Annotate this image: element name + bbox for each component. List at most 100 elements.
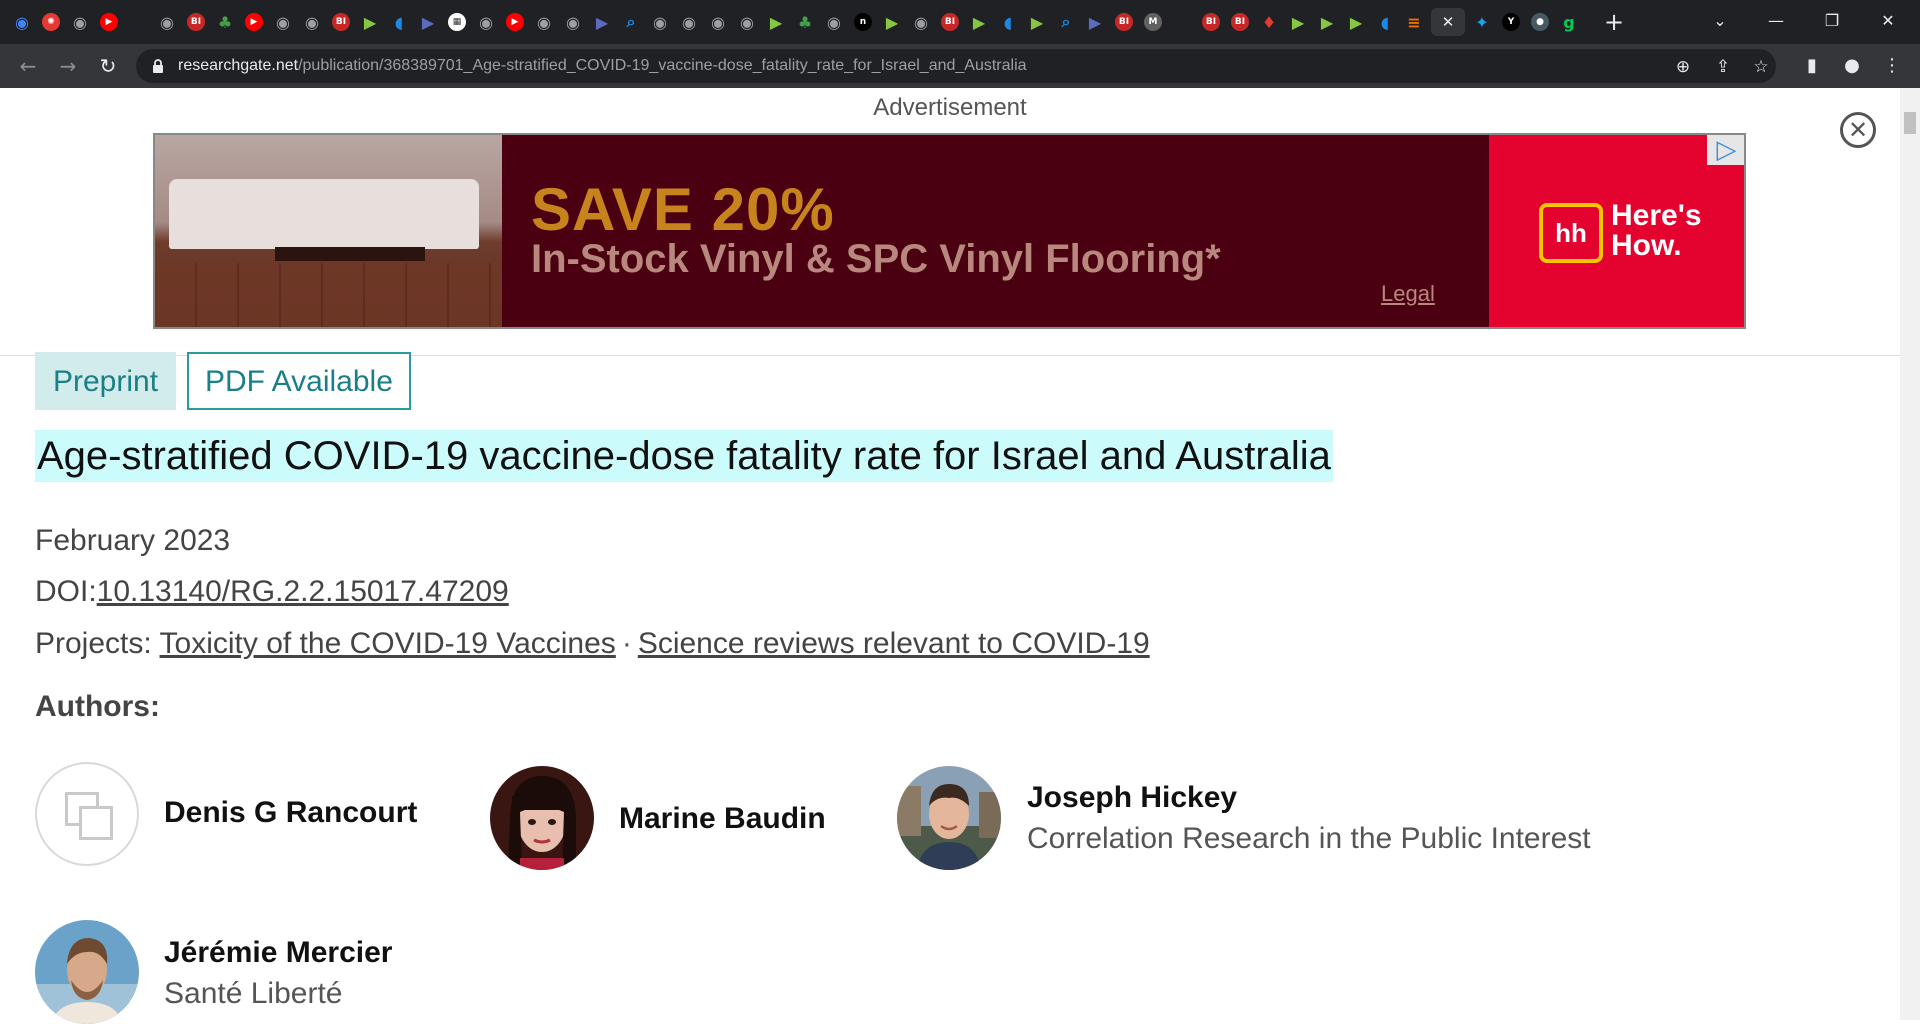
menu-icon[interactable]: ⋮ (1880, 54, 1904, 78)
flag-icon: ▶ (419, 13, 437, 32)
browser-tab[interactable]: ◖ (1373, 8, 1397, 36)
browser-tab[interactable]: ▦ (445, 8, 469, 36)
browser-tab[interactable]: ◉ (300, 8, 324, 36)
avatar[interactable] (897, 766, 1001, 870)
url-text[interactable]: researchgate.net/publication/368389701_A… (178, 57, 1027, 75)
brand-slogan-line2: How. (1611, 229, 1682, 262)
browser-tab[interactable]: BI (1112, 8, 1136, 36)
author-name[interactable]: Joseph Hickey (1027, 781, 1237, 815)
browser-tab[interactable]: ◉ (909, 8, 933, 36)
brand-logo-icon: hh (1539, 203, 1603, 263)
adchoices-icon[interactable]: ▷ (1707, 135, 1744, 165)
browser-tab[interactable]: ▶ (503, 8, 527, 36)
browser-tab[interactable]: ⌕ (1054, 8, 1078, 36)
share-icon[interactable]: ⇪ (1712, 56, 1734, 78)
browser-tab[interactable]: ▶ (1025, 8, 1049, 36)
browser-tab[interactable]: ◉ (735, 8, 759, 36)
avatar-placeholder-icon[interactable] (35, 762, 139, 866)
forward-icon[interactable]: → (54, 52, 82, 80)
browser-tab[interactable]: ▶ (1286, 8, 1310, 36)
ad-close-icon[interactable]: ✕ (1840, 112, 1876, 148)
active-tab[interactable]: ✕ (1431, 8, 1465, 36)
browser-tab[interactable]: g (1557, 8, 1581, 36)
browser-tab[interactable]: ▶ (242, 8, 266, 36)
author-name[interactable]: Marine Baudin (619, 802, 826, 836)
minimize-icon[interactable]: — (1756, 6, 1796, 36)
author-name[interactable]: Jérémie Mercier (164, 936, 393, 970)
browser-tab[interactable]: ⌕ (619, 8, 643, 36)
browser-tab[interactable]: ♦ (1257, 8, 1281, 36)
address-bar[interactable]: researchgate.net/publication/368389701_A… (136, 49, 1776, 83)
bi-icon: BI (1115, 13, 1133, 31)
author-affiliation[interactable]: Correlation Research in the Public Inter… (1027, 822, 1591, 856)
restore-icon[interactable]: ❐ (1812, 6, 1852, 36)
scrollbar-thumb[interactable] (1904, 112, 1916, 134)
browser-tab[interactable]: ✦ (1470, 8, 1494, 36)
browser-tab[interactable]: ◉ (677, 8, 701, 36)
browser-tab[interactable]: BI (329, 8, 353, 36)
pdf-available-button[interactable]: PDF Available (187, 352, 411, 410)
ad-banner[interactable]: SAVE 20% In-Stock Vinyl & SPC Vinyl Floo… (153, 133, 1746, 329)
browser-tab[interactable]: ◉ (822, 8, 846, 36)
browser-tab[interactable]: ▶ (1315, 8, 1339, 36)
globe-icon: ◉ (564, 13, 582, 32)
side-panel-icon[interactable]: ▮ (1800, 54, 1824, 78)
browser-tab[interactable]: ✺ (39, 8, 63, 36)
doi-link[interactable]: 10.13140/RG.2.2.15017.47209 (97, 575, 509, 608)
browser-tab[interactable]: ▶ (764, 8, 788, 36)
new-tab-button[interactable]: + (1600, 8, 1628, 36)
browser-tab[interactable]: M (1141, 8, 1165, 36)
browser-tab[interactable]: ◖ (387, 8, 411, 36)
project-link-science-reviews[interactable]: Science reviews relevant to COVID-19 (638, 627, 1150, 660)
browser-tab[interactable]: BI (938, 8, 962, 36)
browser-tab[interactable]: BI (1199, 8, 1223, 36)
scrollbar[interactable] (1900, 88, 1920, 1020)
browser-tab[interactable]: n (851, 8, 875, 36)
ad-legal-link[interactable]: Legal (1381, 281, 1435, 307)
project-link-toxicity[interactable]: Toxicity of the COVID-19 Vaccines (160, 627, 616, 660)
bookmark-star-icon[interactable]: ☆ (1750, 56, 1772, 78)
browser-tab[interactable]: ◉ (68, 8, 92, 36)
browser-tab[interactable] (126, 8, 150, 36)
browser-tab[interactable] (1170, 8, 1194, 36)
browser-tab[interactable]: ● (1528, 8, 1552, 36)
window-close-icon[interactable]: ✕ (1868, 6, 1908, 36)
browser-tab[interactable]: ◉ (648, 8, 672, 36)
browser-tab[interactable]: ◉ (155, 8, 179, 36)
browser-tab[interactable]: ◉ (561, 8, 585, 36)
browser-tab[interactable]: ≡ (1402, 8, 1426, 36)
blank-icon (1173, 13, 1191, 31)
profile-icon[interactable]: ● (1840, 54, 1864, 78)
browser-tab[interactable]: ▶ (358, 8, 382, 36)
tab-search-icon[interactable]: ⌄ (1700, 6, 1740, 36)
browser-tab[interactable]: ◖ (996, 8, 1020, 36)
avatar[interactable] (35, 920, 139, 1024)
browser-tab[interactable]: ▶ (1083, 8, 1107, 36)
browser-tab[interactable]: BI (1228, 8, 1252, 36)
browser-tab[interactable]: ▶ (880, 8, 904, 36)
close-icon[interactable]: ✕ (1439, 13, 1457, 31)
browser-tab[interactable]: ◉ (271, 8, 295, 36)
browser-tab[interactable]: ◉ (10, 8, 34, 36)
browser-tab[interactable]: ▶ (967, 8, 991, 36)
browser-tab[interactable]: ◉ (474, 8, 498, 36)
browser-tab[interactable]: ♣ (793, 8, 817, 36)
browser-tab[interactable]: ◉ (532, 8, 556, 36)
browser-tab[interactable]: ◉ (706, 8, 730, 36)
reload-icon[interactable]: ↻ (94, 52, 122, 80)
shield-icon: ◖ (390, 13, 408, 32)
zoom-icon[interactable]: ⊕ (1672, 56, 1694, 78)
browser-tab[interactable]: Y (1499, 8, 1523, 36)
author-affiliation[interactable]: Santé Liberté (164, 977, 342, 1011)
browser-tab[interactable]: ♣ (213, 8, 237, 36)
rumble-icon: ▶ (1347, 13, 1365, 32)
browser-tab[interactable]: ▶ (1344, 8, 1368, 36)
author-name[interactable]: Denis G Rancourt (164, 796, 417, 830)
browser-tab[interactable]: ▶ (590, 8, 614, 36)
back-icon[interactable]: ← (14, 52, 42, 80)
browser-tab[interactable]: BI (184, 8, 208, 36)
drop-icon: ● (1531, 13, 1549, 31)
avatar[interactable] (490, 766, 594, 870)
browser-tab[interactable]: ▶ (97, 8, 121, 36)
browser-tab[interactable]: ▶ (416, 8, 440, 36)
